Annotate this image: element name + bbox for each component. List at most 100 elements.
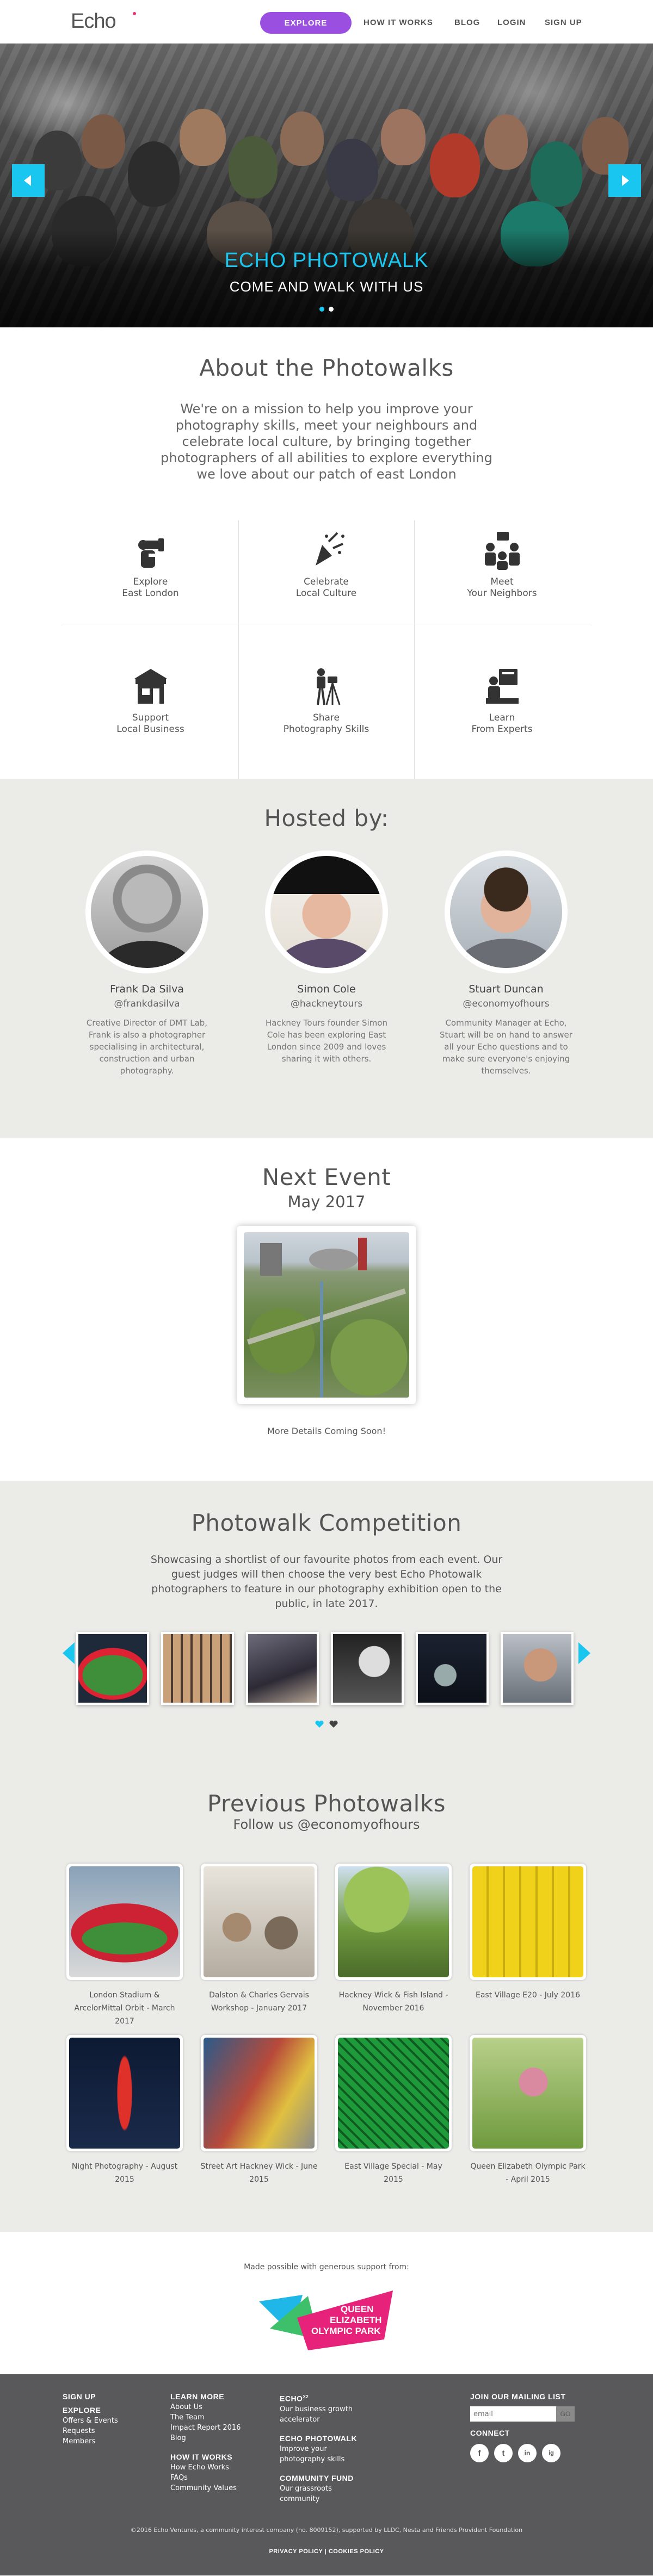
footer-heading[interactable]: LEARN MORE	[170, 2392, 241, 2402]
host-card: Simon Cole @hackneytours Hackney Tours f…	[253, 851, 400, 1065]
walk-card[interactable]: London Stadium & ArcelorMittal Orbit - M…	[65, 1864, 184, 2028]
footer-link[interactable]: Requests	[63, 2426, 118, 2436]
walk-card[interactable]: Street Art Hackney Wick - June 2015	[200, 2035, 318, 2186]
competition-section: Photowalk Competition Showcasing a short…	[0, 1481, 653, 1768]
hosted-section: Hosted by: Frank Da Silva @frankdasilva …	[0, 779, 653, 1138]
walk-caption: East Village Special - May 2015	[344, 2162, 442, 2184]
next-event-note: More Details Coming Soon!	[267, 1426, 386, 1436]
policy-links[interactable]: PRIVACY POLICY | COOKIES POLICY	[0, 2548, 653, 2555]
carousel-prev-icon[interactable]	[63, 1642, 75, 1664]
nav-signup-link[interactable]: SIGN UP	[545, 18, 582, 27]
about-section: About the Photowalks We're on a mission …	[0, 327, 653, 790]
walk-card[interactable]: East Village E20 - July 2016	[469, 1864, 587, 2002]
competition-thumb[interactable]	[331, 1632, 404, 1705]
hero-prev-button[interactable]	[12, 164, 45, 197]
competition-thumb[interactable]	[76, 1632, 149, 1705]
host-bio: Creative Director of DMT Lab, Frank is a…	[86, 1018, 208, 1076]
footer-link[interactable]: About Us	[170, 2402, 241, 2412]
host-handle[interactable]: @frankdasilva	[73, 998, 220, 1009]
binoculars-icon	[138, 538, 164, 568]
walk-card[interactable]: Queen Elizabeth Olympic Park - April 201…	[469, 2035, 587, 2186]
previous-title: Previous Photowalks	[207, 1790, 446, 1817]
host-handle[interactable]: @hackneytours	[253, 998, 400, 1009]
hero-dot-1[interactable]	[319, 307, 324, 312]
party-popper-icon	[315, 532, 344, 566]
carousel-next-icon[interactable]	[578, 1642, 590, 1664]
walk-card[interactable]: Dalston & Charles Gervais Workshop - Jan…	[200, 1864, 318, 2015]
walk-caption: Dalston & Charles Gervais Workshop - Jan…	[209, 1991, 309, 2013]
avatar	[270, 856, 383, 968]
shopfront-icon	[134, 669, 167, 704]
footer-link[interactable]: The Team	[170, 2412, 241, 2423]
qeop-logo[interactable]: QUEEN ELIZABETH OLYMPIC PARK	[259, 2291, 393, 2353]
footer-col-signup: SIGN UP EXPLORE Offers & Events Requests…	[63, 2392, 118, 2447]
walk-caption: Hackney Wick & Fish Island - November 20…	[338, 1991, 448, 2013]
qeop-logo-line: QUEEN	[341, 2304, 373, 2314]
nav-login-link[interactable]: LOGIN	[497, 18, 526, 27]
footer-link[interactable]: How Echo Works	[170, 2462, 241, 2473]
footer-heading[interactable]: COMMUNITY FUND	[280, 2473, 372, 2484]
hosted-title: Hosted by:	[264, 805, 389, 831]
mailing-form: GO	[470, 2406, 575, 2422]
support-text: Made possible with generous support from…	[244, 2263, 409, 2271]
heart-dot-active-icon[interactable]	[315, 1721, 324, 1728]
nav-blog-link[interactable]: BLOG	[454, 18, 480, 27]
footer-link[interactable]: Community Values	[170, 2483, 241, 2493]
previous-subtitle[interactable]: Follow us @economyofhours	[0, 1817, 653, 1832]
competition-thumb[interactable]	[161, 1632, 234, 1705]
host-card: Stuart Duncan @economyofhours Community …	[433, 851, 580, 1077]
nav-how-it-works-link[interactable]: HOW IT WORKS	[364, 18, 433, 27]
walk-caption: London Stadium & ArcelorMittal Orbit - M…	[74, 1991, 175, 2026]
feature-explore: Explore East London	[63, 520, 238, 624]
avatar	[450, 856, 562, 968]
footer-heading[interactable]: HOW IT WORKS	[170, 2452, 241, 2462]
email-input[interactable]	[470, 2406, 556, 2422]
connect-heading: CONNECT	[470, 2429, 510, 2437]
hero-dot-2[interactable]	[329, 307, 334, 312]
competition-thumb[interactable]	[246, 1632, 319, 1705]
logo-dot-icon	[133, 12, 136, 15]
instagram-icon[interactable]: ig	[542, 2444, 560, 2462]
arrow-right-icon	[622, 175, 629, 186]
facebook-icon[interactable]: f	[470, 2444, 489, 2462]
footer-link[interactable]: Blog	[170, 2433, 241, 2443]
host-handle[interactable]: @economyofhours	[433, 998, 580, 1009]
feature-label: Share Photography Skills	[283, 712, 369, 735]
next-event-card[interactable]	[237, 1226, 416, 1404]
carousel-pagination	[0, 1721, 653, 1728]
competition-thumb[interactable]	[501, 1632, 574, 1705]
mailing-submit-button[interactable]: GO	[556, 2406, 575, 2422]
feature-label: Support Local Business	[116, 712, 184, 735]
twitter-icon[interactable]: t	[494, 2444, 513, 2462]
footer-link[interactable]: Impact Report 2016	[170, 2423, 241, 2433]
hero-next-button[interactable]	[608, 164, 641, 197]
explore-button[interactable]: EXPLORE	[260, 12, 352, 34]
competition-text: Showcasing a shortlist of our favourite …	[150, 1554, 503, 1610]
feature-label: Meet Your Neighbors	[467, 576, 537, 599]
host-bio: Hackney Tours founder Simon Cole has bee…	[266, 1018, 387, 1064]
linkedin-icon[interactable]: in	[518, 2444, 537, 2462]
walk-card[interactable]: East Village Special - May 2015	[334, 2035, 453, 2186]
footer-signup-link[interactable]: SIGN UP	[63, 2392, 118, 2402]
footer-heading[interactable]: ECHO PHOTOWALK	[280, 2434, 372, 2444]
walk-caption: Queen Elizabeth Olympic Park - April 201…	[470, 2162, 586, 2184]
footer-link[interactable]: FAQs	[170, 2473, 241, 2483]
heart-dot-icon[interactable]	[329, 1721, 338, 1728]
footer: SIGN UP EXPLORE Offers & Events Requests…	[0, 2374, 653, 2575]
hero-pagination	[0, 307, 653, 312]
footer-echo-sup: X2	[303, 2394, 309, 2399]
arrow-left-icon	[24, 175, 31, 186]
host-name: Simon Cole	[297, 983, 356, 995]
competition-thumb[interactable]	[416, 1632, 489, 1705]
walk-card[interactable]: Night Photography - August 2015	[65, 2035, 184, 2186]
footer-explore-link[interactable]: EXPLORE	[63, 2405, 118, 2416]
walk-card[interactable]: Hackney Wick & Fish Island - November 20…	[334, 1864, 453, 2015]
presenter-icon	[485, 669, 519, 704]
footer-link[interactable]: Members	[63, 2436, 118, 2447]
walk-caption: East Village E20 - July 2016	[476, 1991, 580, 2000]
footer-link[interactable]: Offers & Events	[63, 2416, 118, 2426]
support-section: Made possible with generous support from…	[0, 2232, 653, 2374]
host-card: Frank Da Silva @frankdasilva Creative Di…	[73, 851, 220, 1077]
echo-logo[interactable]: Echo	[71, 10, 116, 33]
footer-heading[interactable]: ECHOX2	[280, 2392, 372, 2404]
